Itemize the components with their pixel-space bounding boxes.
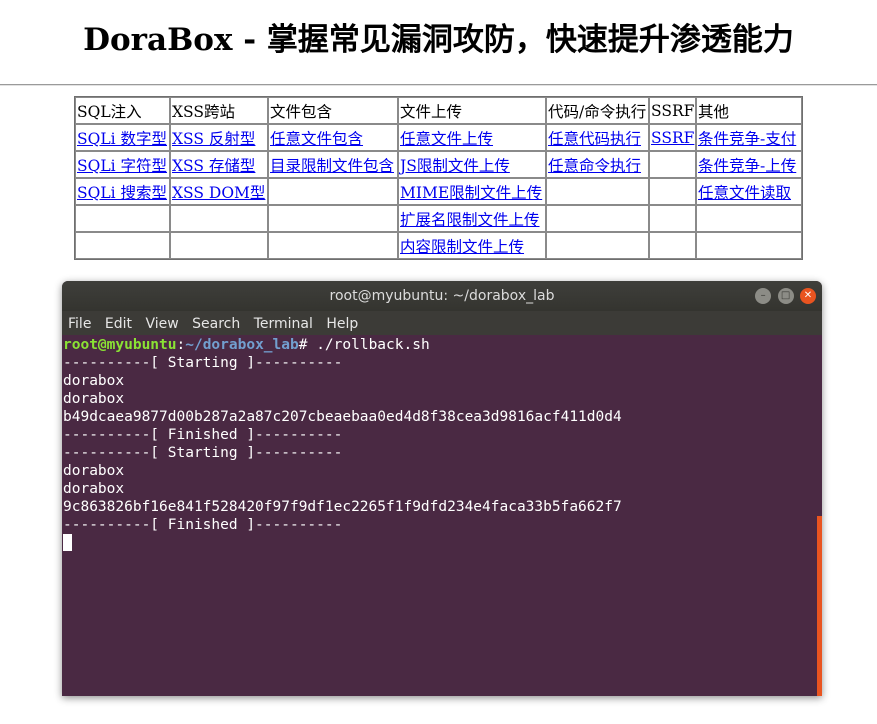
link-content-restricted-upload[interactable]: 内容限制文件上传 xyxy=(400,238,524,256)
menu-terminal[interactable]: Terminal xyxy=(254,316,313,332)
terminal-window[interactable]: root@myubuntu: ~/dorabox_lab – □ ✕ File … xyxy=(62,281,822,696)
header-xss: XSS跨站 xyxy=(170,97,268,124)
terminal-line: ----------[ Finished ]---------- xyxy=(63,427,343,443)
empty-cell xyxy=(75,205,170,232)
terminal-line: dorabox xyxy=(63,481,125,497)
terminal-line: dorabox xyxy=(63,373,125,389)
empty-cell xyxy=(649,232,696,259)
empty-cell xyxy=(268,232,398,259)
link-xss-dom[interactable]: XSS DOM型 xyxy=(172,184,265,202)
title-divider xyxy=(0,84,877,86)
header-other: 其他 xyxy=(696,97,802,124)
link-arbitrary-file-inclusion[interactable]: 任意文件包含 xyxy=(270,130,363,148)
terminal-line: ----------[ Starting ]---------- xyxy=(63,445,343,461)
link-ssrf[interactable]: SSRF xyxy=(651,129,694,147)
empty-cell xyxy=(649,151,696,178)
menu-file[interactable]: File xyxy=(68,316,91,332)
minimize-icon[interactable]: – xyxy=(755,288,772,304)
empty-cell xyxy=(546,205,649,232)
prompt-path: ~/dorabox_lab xyxy=(185,337,299,353)
header-ssrf: SSRF xyxy=(649,97,696,124)
terminal-cursor-line xyxy=(63,534,819,552)
link-xss-reflected[interactable]: XSS 反射型 xyxy=(172,130,255,148)
empty-cell xyxy=(170,205,268,232)
table-row: SQLi 字符型 XSS 存储型 目录限制文件包含 JS限制文件上传 任意命令执… xyxy=(75,151,802,178)
menu-search[interactable]: Search xyxy=(192,316,240,332)
empty-cell xyxy=(696,205,802,232)
menu-help[interactable]: Help xyxy=(326,316,358,332)
menu-view[interactable]: View xyxy=(145,316,178,332)
link-arbitrary-file-upload[interactable]: 任意文件上传 xyxy=(400,130,493,148)
empty-cell xyxy=(649,205,696,232)
prompt-user: root@myubuntu xyxy=(63,337,177,353)
link-sqli-string[interactable]: SQLi 字符型 xyxy=(77,157,167,175)
empty-cell xyxy=(268,205,398,232)
table-row: 内容限制文件上传 xyxy=(75,232,802,259)
terminal-line: b49dcaea9877d00b287a2a87c207cbeaebaa0ed4… xyxy=(63,409,622,425)
empty-cell xyxy=(546,232,649,259)
header-file-upload: 文件上传 xyxy=(398,97,546,124)
terminal-cursor xyxy=(63,534,72,551)
page-title: DoraBox - 掌握常见漏洞攻防，快速提升渗透能力 xyxy=(83,22,794,58)
empty-cell xyxy=(75,232,170,259)
empty-cell xyxy=(649,178,696,205)
empty-cell xyxy=(268,178,398,205)
maximize-icon[interactable]: □ xyxy=(777,288,794,304)
empty-cell xyxy=(546,178,649,205)
window-controls: – □ ✕ xyxy=(753,288,816,304)
terminal-title: root@myubuntu: ~/dorabox_lab xyxy=(329,288,555,304)
empty-cell xyxy=(696,232,802,259)
prompt-suffix: # xyxy=(298,337,317,353)
terminal-output[interactable]: root@myubuntu:~/dorabox_lab# ./rollback.… xyxy=(62,336,819,696)
empty-cell xyxy=(170,232,268,259)
link-sqli-search[interactable]: SQLi 搜索型 xyxy=(77,184,167,202)
terminal-menubar: File Edit View Search Terminal Help xyxy=(62,311,822,335)
link-arbitrary-file-read[interactable]: 任意文件读取 xyxy=(698,184,791,202)
link-js-restricted-upload[interactable]: JS限制文件上传 xyxy=(400,157,510,175)
link-race-condition-upload[interactable]: 条件竞争-上传 xyxy=(698,157,796,175)
header-code-command-exec: 代码/命令执行 xyxy=(546,97,649,124)
link-arbitrary-code-exec[interactable]: 任意代码执行 xyxy=(548,130,641,148)
table-row: 扩展名限制文件上传 xyxy=(75,205,802,232)
menu-edit[interactable]: Edit xyxy=(105,316,132,332)
link-dir-restricted-inclusion[interactable]: 目录限制文件包含 xyxy=(270,157,394,175)
terminal-titlebar[interactable]: root@myubuntu: ~/dorabox_lab – □ ✕ xyxy=(62,281,822,311)
terminal-scrollbar[interactable] xyxy=(817,516,822,696)
table-row: SQLi 搜索型 XSS DOM型 MIME限制文件上传 任意文件读取 xyxy=(75,178,802,205)
terminal-line: 9c863826bf16e841f528420f97f9df1ec2265f1f… xyxy=(63,499,622,515)
link-xss-stored[interactable]: XSS 存储型 xyxy=(172,157,255,175)
link-mime-restricted-upload[interactable]: MIME限制文件上传 xyxy=(400,184,542,202)
header-file-inclusion: 文件包含 xyxy=(268,97,398,124)
prompt-separator: : xyxy=(176,337,186,353)
table-header-row: SQL注入 XSS跨站 文件包含 文件上传 代码/命令执行 SSRF 其他 xyxy=(75,97,802,124)
link-sqli-numeric[interactable]: SQLi 数字型 xyxy=(77,130,167,148)
link-extension-restricted-upload[interactable]: 扩展名限制文件上传 xyxy=(400,211,540,229)
close-icon[interactable]: ✕ xyxy=(800,288,816,304)
link-race-condition-payment[interactable]: 条件竞争-支付 xyxy=(698,130,796,148)
terminal-line: ----------[ Finished ]---------- xyxy=(63,517,343,533)
terminal-command-line: root@myubuntu:~/dorabox_lab# ./rollback.… xyxy=(63,336,819,354)
vulnerability-nav-table: SQL注入 XSS跨站 文件包含 文件上传 代码/命令执行 SSRF 其他 SQ… xyxy=(74,96,803,260)
terminal-line: dorabox xyxy=(63,391,125,407)
header-sql-injection: SQL注入 xyxy=(75,97,170,124)
terminal-line: dorabox xyxy=(63,463,125,479)
command-text: ./rollback.sh xyxy=(316,337,430,353)
terminal-line: ----------[ Starting ]---------- xyxy=(63,355,343,371)
link-arbitrary-command-exec[interactable]: 任意命令执行 xyxy=(548,157,641,175)
table-row: SQLi 数字型 XSS 反射型 任意文件包含 任意文件上传 任意代码执行 SS… xyxy=(75,124,802,151)
